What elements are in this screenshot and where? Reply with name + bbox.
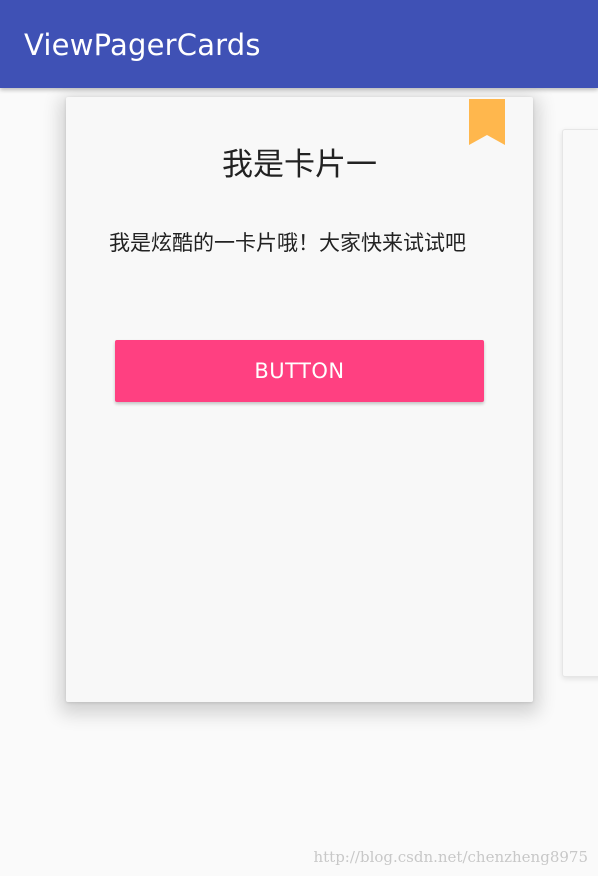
bookmark-icon[interactable] bbox=[469, 99, 505, 145]
card-body-text: 我是炫酷的一卡片哦！大家快来试试吧 bbox=[109, 231, 466, 255]
next-card-peek[interactable] bbox=[562, 129, 598, 677]
card-one[interactable]: 我是卡片一 我是炫酷的一卡片哦！大家快来试试吧 BUTTON bbox=[66, 97, 533, 702]
watermark-text: http://blog.csdn.net/chenzheng8975 bbox=[313, 848, 588, 866]
card-action-button[interactable]: BUTTON bbox=[115, 340, 484, 402]
app-bar: ViewPagerCards bbox=[0, 0, 598, 88]
card-title: 我是卡片一 bbox=[222, 147, 377, 183]
app-title: ViewPagerCards bbox=[24, 28, 261, 62]
